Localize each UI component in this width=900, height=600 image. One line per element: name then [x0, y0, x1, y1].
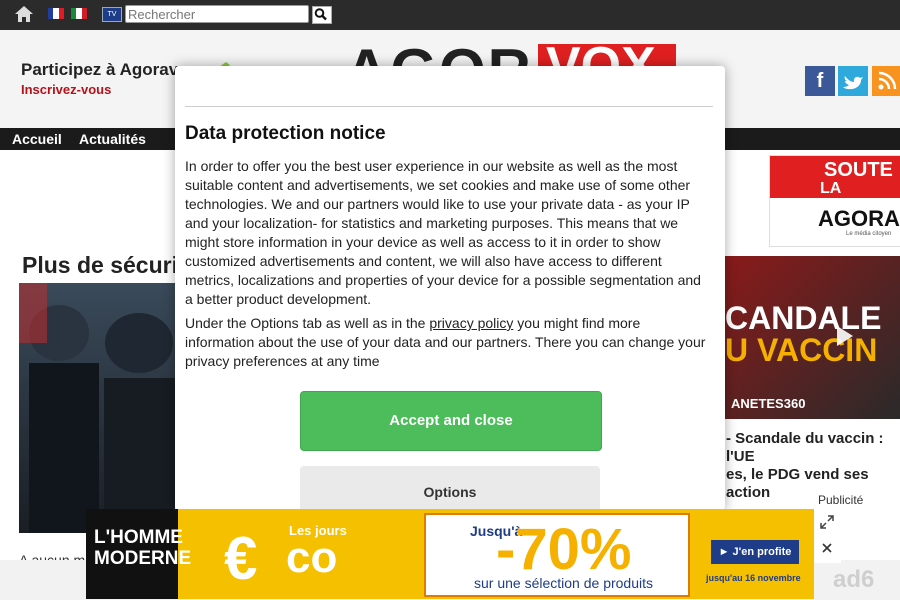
ad-discount-box: Jusqu'à -70% sur une sélection de produi… — [424, 513, 690, 597]
ad-cta-button[interactable]: ► J'en profite — [711, 540, 799, 564]
nav-item-accueil[interactable]: Accueil — [12, 131, 62, 147]
options-button[interactable]: Options — [300, 466, 600, 510]
search-button[interactable] — [312, 6, 332, 24]
modal-paragraph-2-start: Under the Options tab as well as in the — [185, 315, 430, 331]
bottom-banner-ad[interactable]: L'HOMME MODERNE Les jours € co Jusqu'à -… — [86, 509, 814, 599]
close-icon[interactable] — [822, 543, 832, 553]
search-icon — [314, 8, 327, 21]
advert-label: Publicité — [818, 493, 864, 507]
expand-icon[interactable] — [820, 515, 834, 529]
italian-flag-icon[interactable] — [71, 8, 87, 19]
twitter-icon[interactable] — [838, 66, 868, 96]
tv-icon[interactable]: TV — [102, 7, 122, 22]
home-icon[interactable] — [14, 5, 34, 23]
video-title[interactable]: - Scandale du vaccin : l'UE es, le PDG v… — [726, 430, 900, 502]
rss-feed-icon — [878, 71, 897, 90]
modal-paragraph-1: In order to offer you the best user expe… — [185, 158, 701, 307]
data-protection-modal: Data protection notice In order to offer… — [175, 66, 725, 510]
signup-link[interactable]: Inscrivez-vous — [21, 82, 111, 97]
search-input[interactable] — [125, 5, 309, 23]
modal-title: Data protection notice — [185, 123, 386, 144]
foundation-ad-brand: AGORA — [818, 206, 900, 231]
video-thumbnail[interactable]: CANDALE U VACCIN ANETES360 — [725, 256, 900, 419]
video-channel: ANETES360 — [731, 396, 806, 411]
privacy-policy-link[interactable]: privacy policy — [429, 315, 513, 331]
modal-divider — [185, 106, 713, 107]
ad-date-text: jusqu'au 16 novembre — [706, 573, 801, 583]
ad-euro-symbol: € — [224, 525, 258, 592]
french-flag-icon[interactable] — [48, 8, 64, 19]
facebook-icon[interactable]: f — [805, 66, 835, 96]
article-image[interactable] — [19, 283, 175, 533]
ad-network-logo: ad6 — [833, 566, 875, 593]
foundation-ad-tagline: Le média citoyen — [846, 231, 892, 237]
modal-paragraph-2: Under the Options tab as well as in the … — [185, 314, 711, 371]
ad-controls — [814, 509, 841, 563]
ad-percent: -70% — [496, 517, 632, 582]
article-title[interactable]: Plus de sécurit — [22, 252, 186, 279]
rss-icon[interactable] — [872, 66, 900, 96]
video-title-line1: - Scandale du vaccin : l'UE — [726, 430, 884, 465]
participate-link[interactable]: Participez à Agoravox — [21, 60, 198, 80]
foundation-ad-line1: SOUTE — [824, 159, 893, 181]
play-icon[interactable] — [835, 324, 855, 348]
ad-brand-logo: L'HOMME MODERNE — [86, 509, 191, 599]
nav-item-actualites[interactable]: Actualités — [79, 131, 146, 147]
foundation-ad-band: SOUTE LA FONDA — [770, 156, 900, 215]
video-title-line2: es, le PDG vend ses action — [726, 466, 869, 501]
twitter-bird-icon — [843, 76, 863, 90]
accept-and-close-button[interactable]: Accept and close — [300, 391, 602, 451]
ad-eco-text: co — [286, 533, 338, 582]
foundation-ad[interactable]: SOUTE LA FONDA AGORA Le média citoyen — [769, 155, 900, 247]
riot-police-image — [19, 283, 175, 533]
top-bar: TV — [0, 0, 900, 30]
ad-selection-text: sur une sélection de produits — [474, 575, 653, 591]
